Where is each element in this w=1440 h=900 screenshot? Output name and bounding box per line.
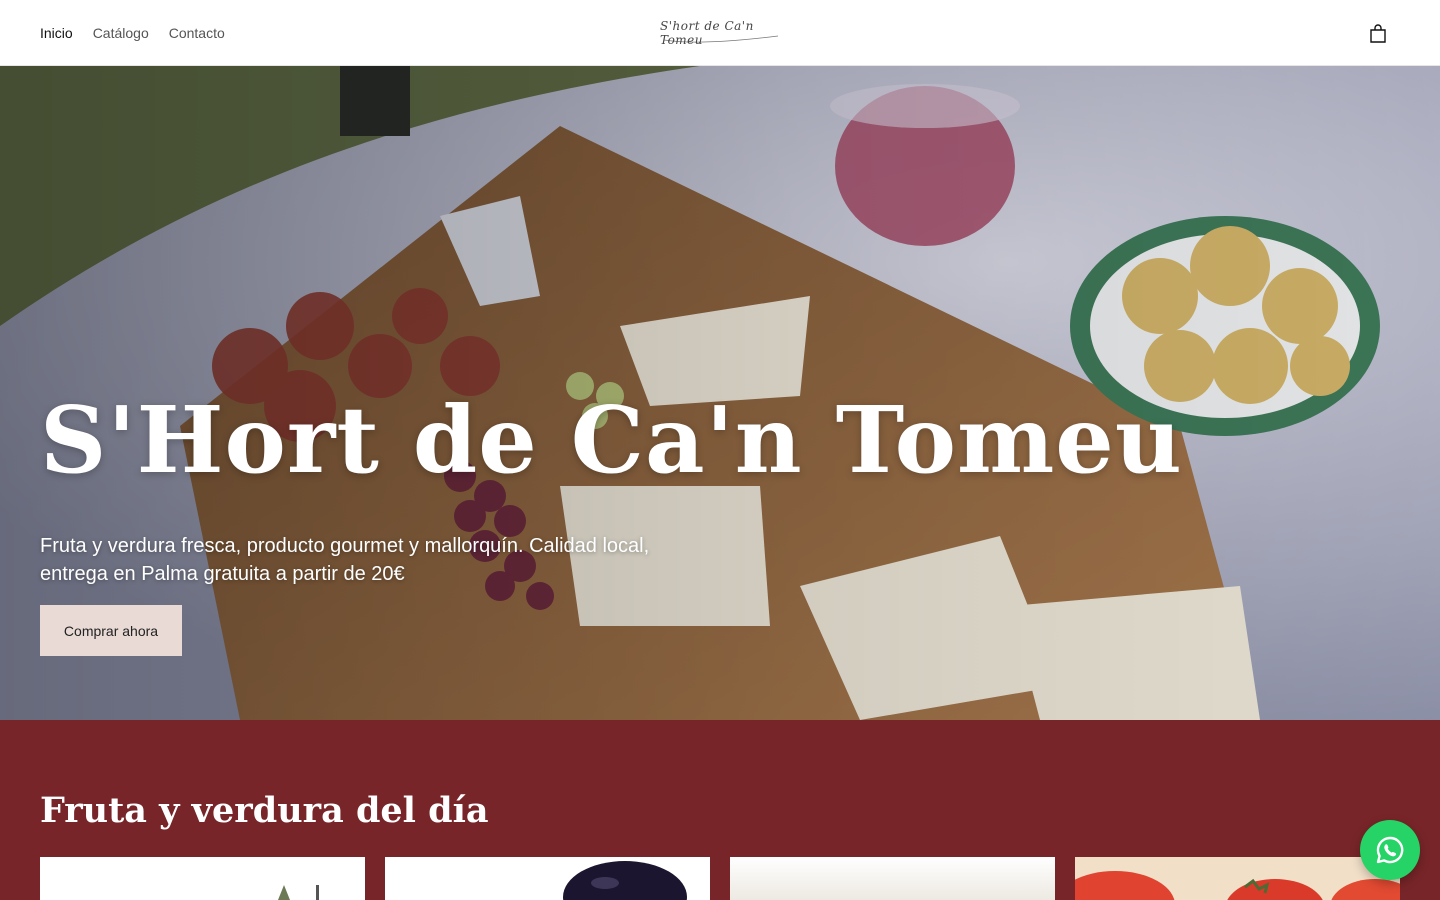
buy-now-button[interactable]: Comprar ahora	[40, 605, 182, 656]
product-card-4[interactable]	[1075, 857, 1400, 900]
site-header: Inicio Catálogo Contacto S'hort de Ca'n …	[0, 0, 1440, 66]
main-nav: Inicio Catálogo Contacto	[40, 0, 225, 66]
eggplant-image	[385, 857, 710, 900]
daily-products-section: Fruta y verdura del día	[0, 720, 1440, 900]
product-card-2[interactable]	[385, 857, 710, 900]
product-image-3	[730, 857, 1055, 900]
hero-banner: S'Hort de Ca'n Tomeu Fruta y verdura fre…	[0, 66, 1440, 720]
nav-link-contacto[interactable]: Contacto	[169, 25, 225, 41]
nav-link-catalogo[interactable]: Catálogo	[93, 25, 149, 41]
hero-title: S'Hort de Ca'n Tomeu	[40, 386, 1183, 494]
product-image-1	[40, 857, 365, 900]
whatsapp-icon[interactable]	[1360, 820, 1420, 880]
logo-text: S'hort de Ca'n Tomeu	[660, 19, 754, 47]
tomatoes-image	[1075, 857, 1400, 900]
site-logo[interactable]: S'hort de Ca'n Tomeu	[660, 19, 782, 47]
product-card-1[interactable]	[40, 857, 365, 900]
product-card-3[interactable]	[730, 857, 1055, 900]
hero-subtitle: Fruta y verdura fresca, producto gourmet…	[40, 535, 650, 585]
section-title: Fruta y verdura del día	[40, 790, 489, 831]
shopping-bag-icon[interactable]	[1366, 22, 1390, 46]
nav-link-inicio[interactable]: Inicio	[40, 25, 73, 41]
